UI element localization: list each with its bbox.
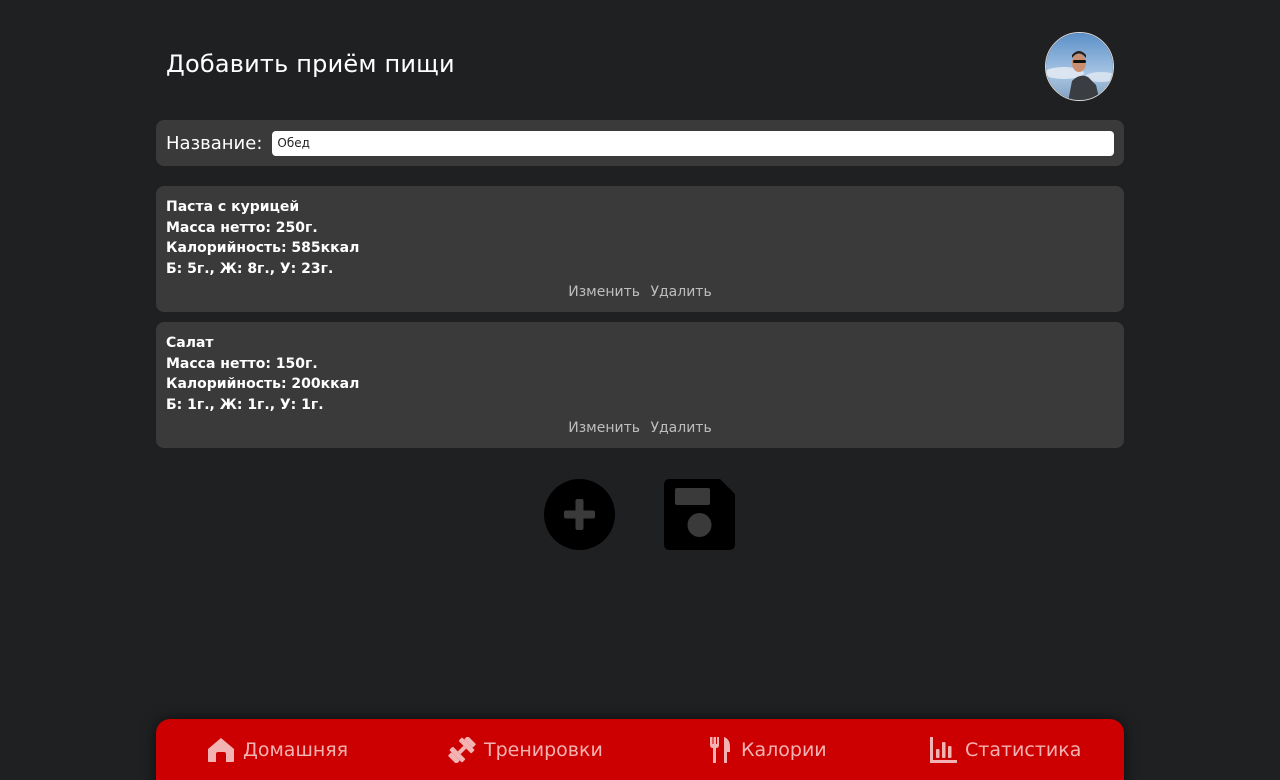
food-item-mass: Масса нетто: 150г.: [166, 355, 318, 372]
meal-name-label: Название:: [166, 132, 263, 154]
nav-item-label: Тренировки: [484, 739, 603, 761]
food-item-name: Паста с курицей: [166, 199, 300, 215]
delete-item-link[interactable]: Удалить: [650, 284, 711, 300]
meal-name-row: Название:: [156, 120, 1124, 166]
bottom-nav: Домашняя Тренировки Калории Статистика: [156, 719, 1124, 780]
food-item-card: Салат Масса нетто: 150г. Калорийность: 2…: [156, 322, 1124, 448]
nav-item-home[interactable]: Домашняя: [207, 737, 348, 763]
plus-circle-icon: [544, 479, 615, 550]
delete-item-link[interactable]: Удалить: [650, 420, 711, 436]
avatar-photo: [1046, 33, 1113, 100]
page-title: Добавить приём пищи: [166, 50, 455, 78]
food-item-calories: Калорийность: 585ккал: [166, 240, 360, 257]
meal-name-input[interactable]: [272, 130, 1114, 156]
food-item-actions: Изменить Удалить: [156, 418, 1124, 439]
nav-item-label: Домашняя: [243, 739, 349, 761]
floppy-disk-icon: [664, 479, 735, 550]
food-item-calories: Калорийность: 200ккал: [166, 376, 360, 393]
food-item-mass: Масса нетто: 250г.: [166, 219, 318, 236]
bar-chart-icon: [930, 737, 957, 763]
nav-item-calories[interactable]: Калории: [707, 737, 827, 763]
food-item-macros: Б: 1г., Ж: 1г., У: 1г.: [166, 397, 324, 414]
food-item-macros: Б: 5г., Ж: 8г., У: 23г.: [166, 261, 334, 278]
nav-item-label: Статистика: [965, 739, 1082, 761]
avatar[interactable]: [1045, 32, 1114, 101]
nav-item-workouts[interactable]: Тренировки: [448, 737, 603, 763]
food-item-name: Салат: [166, 335, 214, 351]
nav-item-label: Калории: [741, 739, 827, 761]
edit-item-link[interactable]: Изменить: [568, 284, 640, 300]
fork-knife-icon: [710, 737, 730, 763]
home-icon: [208, 738, 234, 762]
nav-item-statistics[interactable]: Статистика: [930, 737, 1081, 763]
edit-item-link[interactable]: Изменить: [568, 420, 640, 436]
food-item-actions: Изменить Удалить: [156, 282, 1124, 303]
food-item-card: Паста с курицей Масса нетто: 250г. Калор…: [156, 186, 1124, 312]
add-food-button[interactable]: [544, 479, 615, 550]
save-meal-button[interactable]: [664, 479, 735, 550]
dumbbell-icon: [448, 737, 476, 763]
